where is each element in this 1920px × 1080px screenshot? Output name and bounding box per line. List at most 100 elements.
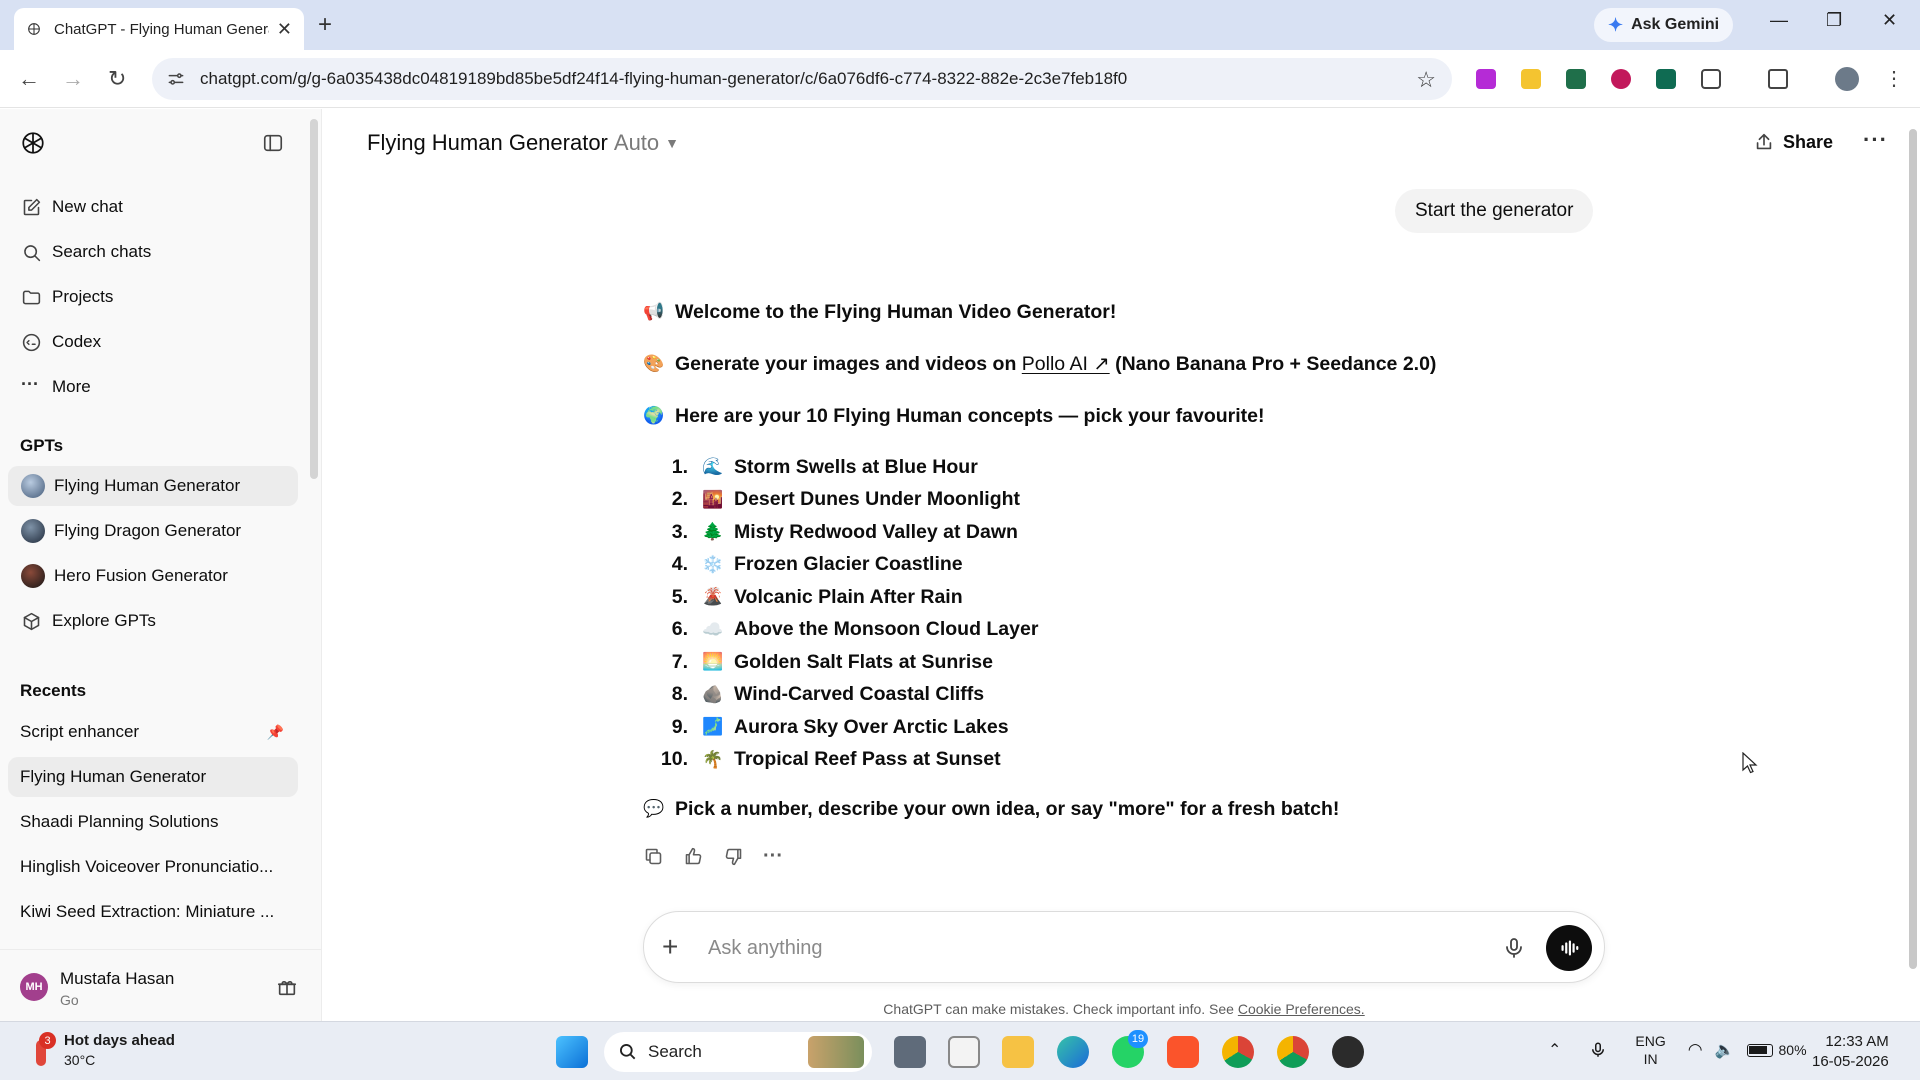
- task-view-icon[interactable]: [894, 1036, 926, 1068]
- item-number: 2.: [671, 488, 688, 511]
- explore-gpts-button[interactable]: Explore GPTs: [8, 601, 298, 641]
- chrome-profile-icon[interactable]: [1277, 1036, 1309, 1068]
- ublock-extension-icon[interactable]: [1611, 69, 1631, 89]
- openai-logo-icon[interactable]: [20, 130, 46, 156]
- user-profile[interactable]: MH Mustafa Hasan Go: [0, 949, 322, 1021]
- media-extension-icon[interactable]: [1566, 69, 1586, 89]
- voice-mode-button[interactable]: [1546, 925, 1592, 971]
- chatgpt-favicon-icon: [28, 23, 40, 35]
- volume-icon[interactable]: 🔈: [1715, 1040, 1735, 1060]
- folder-icon: [22, 290, 41, 304]
- show-hidden-icons-icon[interactable]: ⌃: [1548, 1040, 1561, 1060]
- extensions-puzzle-icon[interactable]: [1701, 69, 1721, 89]
- pin-icon[interactable]: 📌: [267, 724, 284, 741]
- recent-chat-item[interactable]: Kiwi Seed Extraction: Miniature ...: [8, 892, 298, 932]
- save-extension-icon[interactable]: [1656, 69, 1676, 89]
- recent-chat-item[interactable]: Hinglish Voiceover Pronunciatio...: [8, 847, 298, 887]
- chat-main: Flying Human Generator Auto ▼ Share ··· …: [323, 109, 1920, 1021]
- store-icon[interactable]: [948, 1036, 980, 1068]
- bookmark-star-icon[interactable]: ☆: [1416, 67, 1436, 93]
- ask-gemini-button[interactable]: ✦ Ask Gemini: [1594, 8, 1734, 42]
- close-window-icon[interactable]: ✕: [1882, 10, 1897, 31]
- recent-chat-item[interactable]: Flying Human Generator: [8, 757, 298, 797]
- item-number: 5.: [671, 585, 688, 608]
- chrome-icon[interactable]: [1222, 1036, 1254, 1068]
- brave-icon[interactable]: [1167, 1036, 1199, 1068]
- browser-menu-icon[interactable]: ⋮: [1884, 66, 1904, 91]
- bad-response-button[interactable]: [723, 839, 763, 873]
- clock[interactable]: 12:33 AM 16-05-2026: [1812, 1032, 1889, 1072]
- copy-icon: [645, 848, 662, 864]
- browser-tab[interactable]: ChatGPT - Flying Human Generator ✕: [14, 8, 304, 50]
- profile-avatar[interactable]: [1835, 67, 1859, 91]
- site-settings-icon[interactable]: [166, 69, 186, 89]
- cube-icon: [23, 612, 40, 630]
- microphone-icon[interactable]: [1589, 1041, 1607, 1059]
- close-tab-icon[interactable]: ✕: [277, 19, 292, 40]
- gpt-avatar: [21, 519, 45, 543]
- share-label: Share: [1783, 131, 1834, 152]
- sidebar-toggle-icon[interactable]: [262, 132, 284, 154]
- reload-icon[interactable]: ↻: [108, 66, 126, 92]
- recent-chat-item[interactable]: Script enhancer 📌: [8, 712, 298, 752]
- list-item: 6. ☁️ Above the Monsoon Cloud Layer: [643, 614, 1543, 647]
- projects-button[interactable]: Projects: [8, 277, 298, 317]
- message-composer: +: [643, 911, 1605, 983]
- gpt-item-flying-human[interactable]: Flying Human Generator: [8, 466, 298, 506]
- new-chat-button[interactable]: New chat: [8, 187, 298, 227]
- gpt-item-hero-fusion[interactable]: Hero Fusion Generator: [8, 556, 298, 596]
- model-selector[interactable]: Flying Human Generator Auto ▼: [367, 130, 679, 156]
- item-title: Wind-Carved Coastal Cliffs: [734, 683, 985, 706]
- taskbar-search[interactable]: Search: [604, 1032, 872, 1072]
- back-icon[interactable]: ←: [18, 66, 40, 92]
- item-number: 4.: [671, 553, 688, 576]
- conversation-options-icon[interactable]: ···: [1863, 127, 1888, 153]
- tab-search-icon[interactable]: [1768, 69, 1788, 89]
- pollo-ai-link[interactable]: Pollo AI ↗: [1022, 352, 1110, 376]
- weather-widget[interactable]: 3 Hot days ahead 30°C: [28, 1032, 175, 1068]
- address-bar[interactable]: chatgpt.com/g/g-6a035438dc04819189bd85be…: [152, 58, 1452, 100]
- battery-icon[interactable]: [1746, 1043, 1773, 1057]
- search-chats-button[interactable]: Search chats: [8, 232, 298, 272]
- wave-icon: 🌊: [702, 457, 724, 477]
- chevron-down-icon: ▼: [665, 135, 680, 151]
- restore-window-icon[interactable]: ❐: [1826, 10, 1842, 31]
- windows-start-icon[interactable]: [556, 1036, 588, 1068]
- wifi-icon[interactable]: ◠: [1688, 1040, 1703, 1060]
- message-input[interactable]: [708, 930, 1468, 966]
- forward-icon[interactable]: →: [62, 66, 84, 92]
- scroll-thumb[interactable]: [1909, 129, 1917, 969]
- whatsapp-badge: 19: [1128, 1030, 1148, 1048]
- new-tab-button[interactable]: +: [318, 12, 332, 38]
- weather-temp: 30°C: [64, 1052, 96, 1068]
- whatsapp-icon[interactable]: 19: [1112, 1030, 1148, 1068]
- more-actions-button[interactable]: ···: [763, 839, 803, 873]
- item-title: Volcanic Plain After Rain: [734, 585, 963, 608]
- share-button[interactable]: Share: [1753, 131, 1833, 153]
- copy-button[interactable]: [643, 839, 683, 873]
- browser-tab-bar: ChatGPT - Flying Human Generator ✕ + ✦ A…: [0, 0, 1920, 50]
- add-attachment-icon[interactable]: +: [662, 933, 678, 961]
- cookie-preferences-link[interactable]: Cookie Preferences.: [1238, 1001, 1365, 1017]
- gpt-item-flying-dragon[interactable]: Flying Dragon Generator: [8, 511, 298, 551]
- edge-icon[interactable]: [1057, 1036, 1089, 1068]
- note-extension-icon[interactable]: [1521, 69, 1541, 89]
- minimize-window-icon[interactable]: —: [1770, 10, 1788, 31]
- closing-line: 💬 Pick a number, describe your own idea,…: [643, 794, 1543, 824]
- recent-chat-item[interactable]: Shaadi Planning Solutions: [8, 802, 298, 842]
- more-label: More: [52, 377, 91, 396]
- generate-prefix: Generate your images and videos on: [675, 352, 1017, 375]
- recents-heading: Recents: [20, 681, 87, 700]
- list-item: 10. 🌴 Tropical Reef Pass at Sunset: [643, 744, 1543, 777]
- more-button[interactable]: ··· More: [8, 367, 298, 407]
- file-explorer-icon[interactable]: [1002, 1036, 1034, 1068]
- sidebar-scrollbar[interactable]: [310, 119, 318, 479]
- downloader-extension-icon[interactable]: [1476, 69, 1496, 89]
- chatgpt-app-icon[interactable]: [1332, 1036, 1364, 1068]
- microphone-icon[interactable]: [1502, 936, 1526, 960]
- gift-icon[interactable]: [276, 976, 298, 998]
- codex-button[interactable]: Codex: [8, 322, 298, 362]
- main-scrollbar[interactable]: [1908, 109, 1918, 1021]
- language-indicator[interactable]: ENG IN: [1635, 1032, 1665, 1068]
- good-response-button[interactable]: [683, 839, 723, 873]
